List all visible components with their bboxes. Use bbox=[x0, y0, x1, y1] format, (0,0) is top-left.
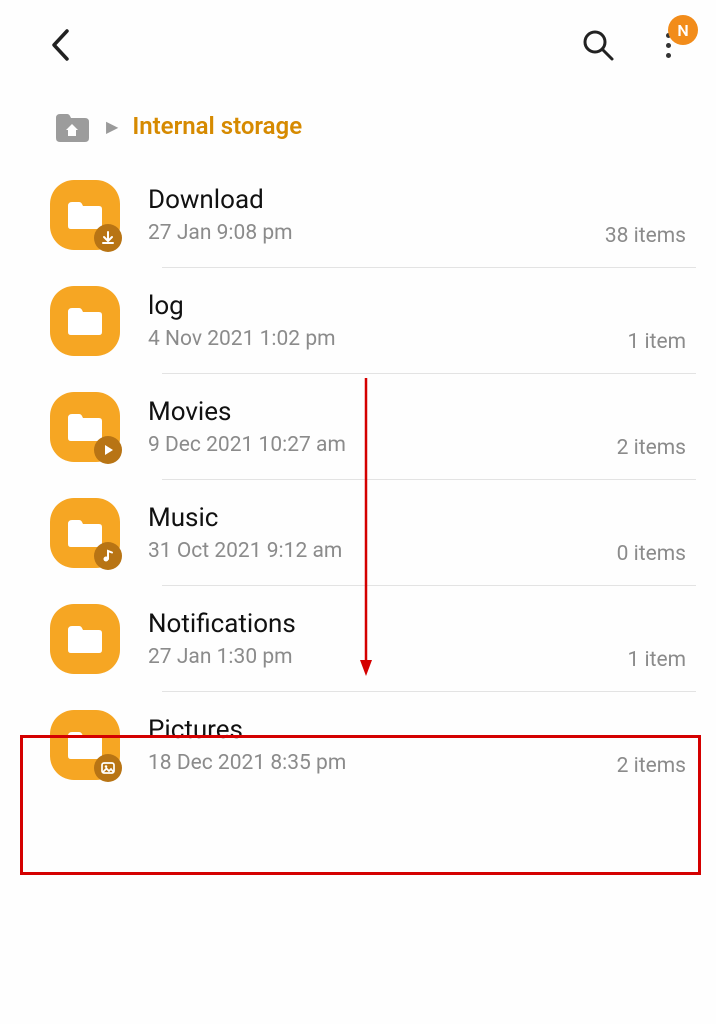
folder-date: 18 Dec 2021 8:35 pm bbox=[148, 751, 617, 775]
folder-date: 27 Jan 9:08 pm bbox=[148, 221, 605, 245]
folder-item-count: 1 item bbox=[627, 330, 686, 354]
folder-row-pictures[interactable]: Pictures 18 Dec 2021 8:35 pm 2 items bbox=[50, 692, 696, 798]
breadcrumb-separator-icon: ▶ bbox=[106, 117, 118, 136]
folder-icon bbox=[50, 392, 120, 462]
folder-name: Movies bbox=[148, 397, 617, 427]
download-badge-icon bbox=[94, 224, 122, 252]
folder-date: 31 Oct 2021 9:12 am bbox=[148, 539, 617, 563]
play-badge-icon bbox=[94, 436, 122, 464]
folder-date: 4 Nov 2021 1:02 pm bbox=[148, 327, 627, 351]
folder-item-count: 0 items bbox=[617, 542, 686, 566]
folder-row-notifications[interactable]: Notifications 27 Jan 1:30 pm 1 item bbox=[50, 586, 696, 692]
folder-row-movies[interactable]: Movies 9 Dec 2021 10:27 am 2 items bbox=[50, 374, 696, 480]
folder-icon bbox=[50, 286, 120, 356]
folder-text: Notifications 27 Jan 1:30 pm bbox=[120, 609, 627, 669]
search-icon bbox=[581, 28, 615, 62]
search-button[interactable] bbox=[578, 25, 618, 65]
folder-date: 27 Jan 1:30 pm bbox=[148, 645, 627, 669]
folder-name: Download bbox=[148, 185, 605, 215]
folder-item-count: 2 items bbox=[617, 754, 686, 778]
breadcrumb-current[interactable]: Internal storage bbox=[132, 112, 302, 140]
more-menu-button[interactable]: N bbox=[648, 25, 688, 65]
folder-row-music[interactable]: Music 31 Oct 2021 9:12 am 0 items bbox=[50, 480, 696, 586]
folder-icon bbox=[50, 498, 120, 568]
back-button[interactable] bbox=[40, 25, 80, 65]
music-badge-icon bbox=[94, 542, 122, 570]
chevron-left-icon bbox=[49, 28, 71, 62]
top-bar-actions: N bbox=[578, 25, 688, 65]
folder-item-count: 38 items bbox=[605, 224, 686, 248]
folder-icon bbox=[50, 710, 120, 780]
folder-text: Movies 9 Dec 2021 10:27 am bbox=[120, 397, 617, 457]
top-bar: N bbox=[0, 0, 716, 80]
folder-text: Music 31 Oct 2021 9:12 am bbox=[120, 503, 617, 563]
folder-name: Pictures bbox=[148, 715, 617, 745]
folder-name: Music bbox=[148, 503, 617, 533]
folder-icon bbox=[50, 604, 120, 674]
home-storage-icon[interactable] bbox=[52, 108, 92, 144]
breadcrumb: ▶ Internal storage bbox=[0, 80, 716, 162]
folder-item-count: 2 items bbox=[617, 436, 686, 460]
folder-name: log bbox=[148, 291, 627, 321]
folder-item-count: 1 item bbox=[627, 648, 686, 672]
folder-list: Download 27 Jan 9:08 pm 38 items log 4 N… bbox=[0, 162, 716, 798]
image-badge-icon bbox=[94, 754, 122, 782]
folder-icon bbox=[50, 180, 120, 250]
folder-text: Download 27 Jan 9:08 pm bbox=[120, 185, 605, 245]
folder-name: Notifications bbox=[148, 609, 627, 639]
folder-date: 9 Dec 2021 10:27 am bbox=[148, 433, 617, 457]
account-avatar-badge: N bbox=[668, 15, 698, 45]
folder-row-download[interactable]: Download 27 Jan 9:08 pm 38 items bbox=[50, 162, 696, 268]
folder-row-log[interactable]: log 4 Nov 2021 1:02 pm 1 item bbox=[50, 268, 696, 374]
folder-text: log 4 Nov 2021 1:02 pm bbox=[120, 291, 627, 351]
folder-text: Pictures 18 Dec 2021 8:35 pm bbox=[120, 715, 617, 775]
